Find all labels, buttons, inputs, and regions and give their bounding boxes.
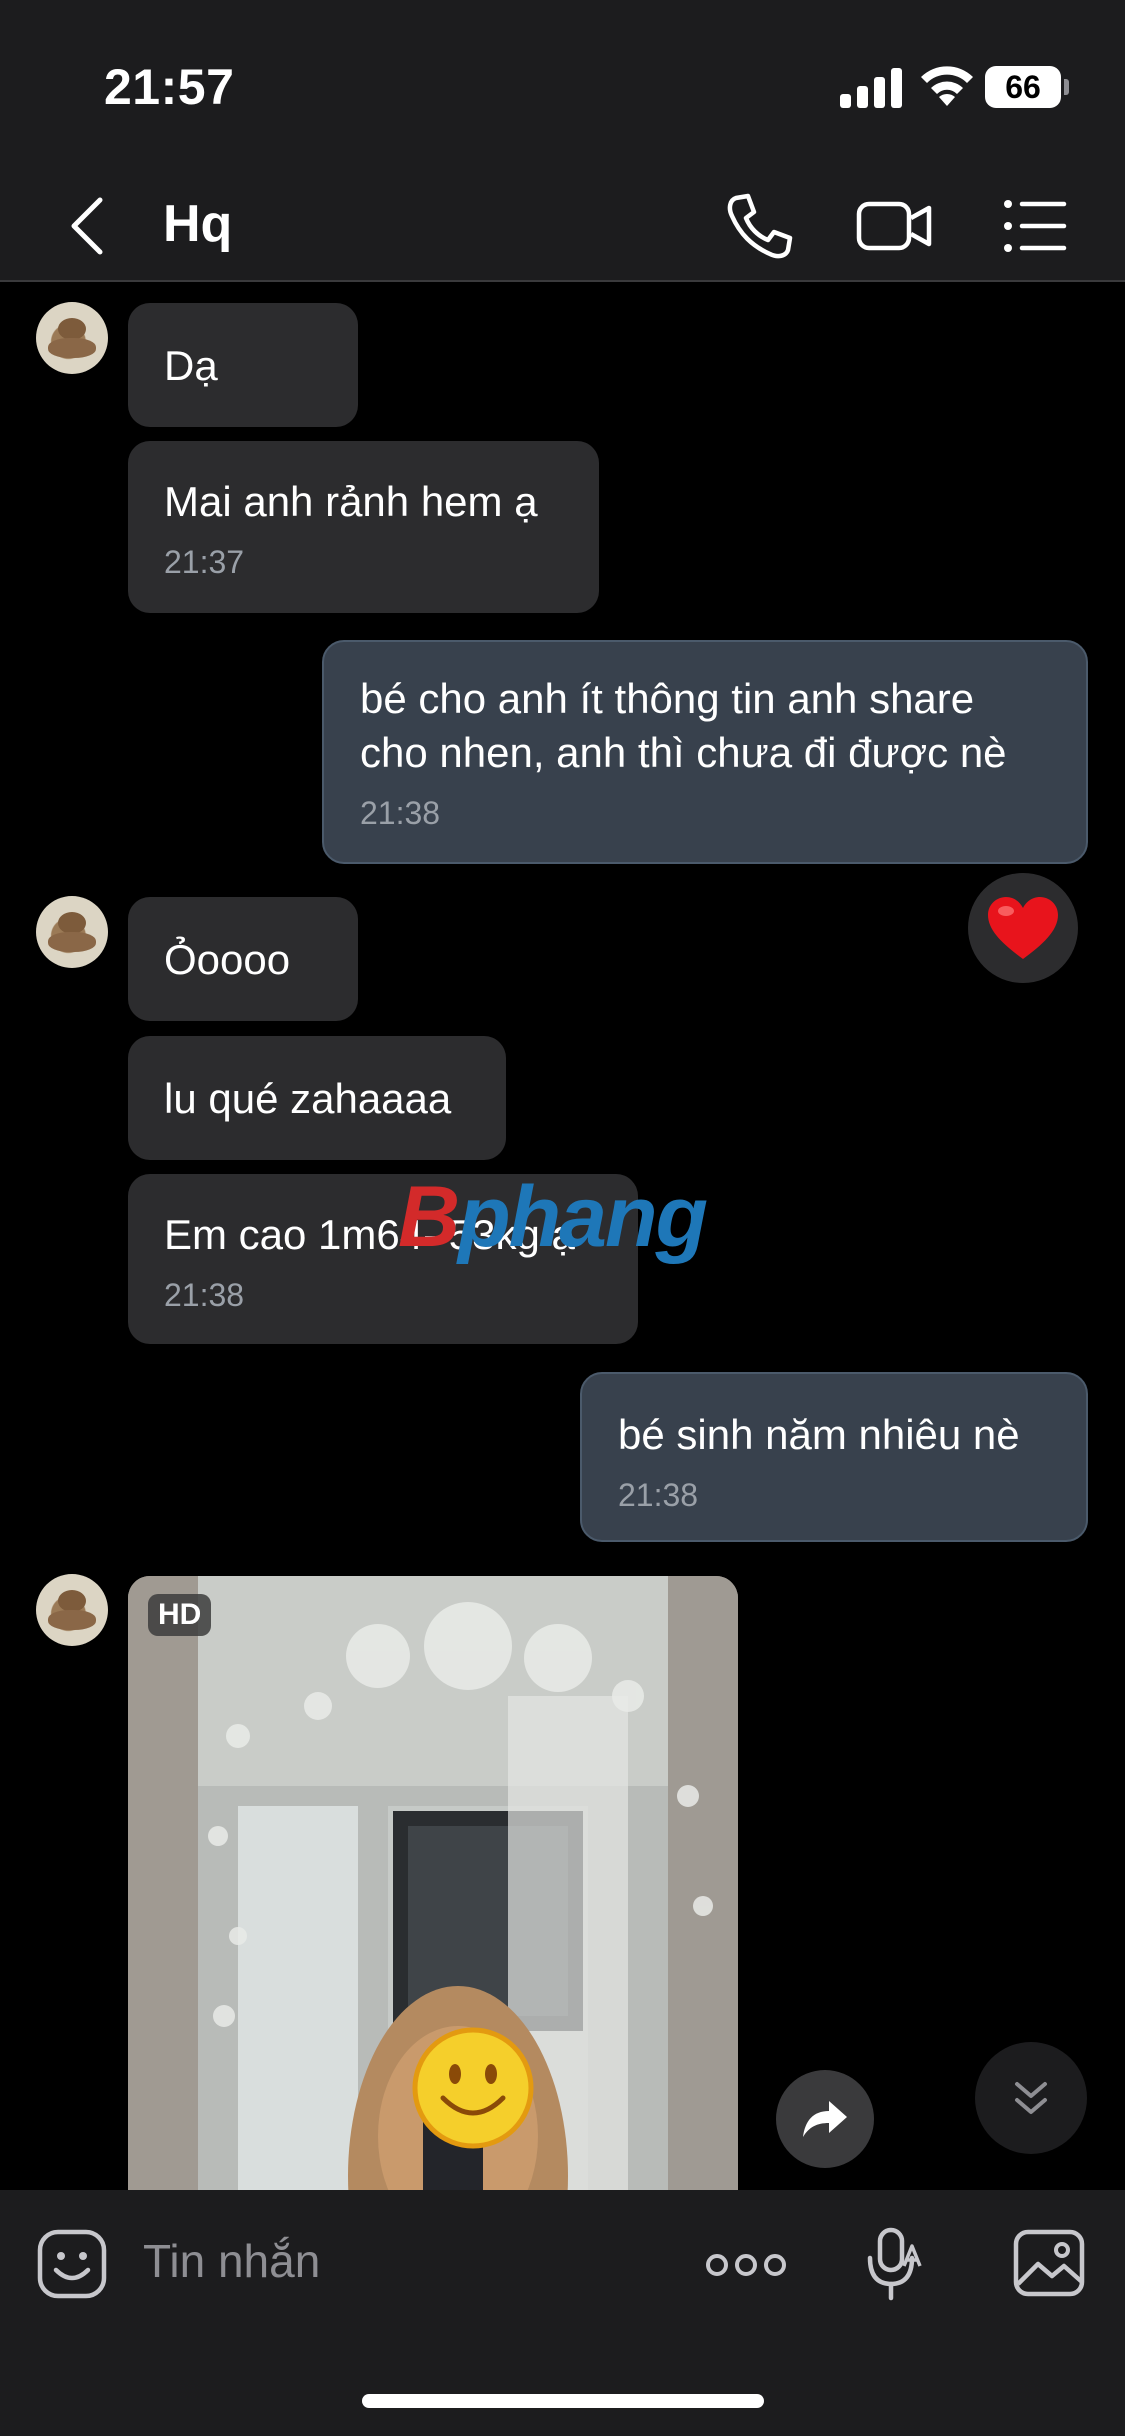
wifi-icon <box>921 66 973 106</box>
hd-badge: HD <box>148 1594 212 1636</box>
double-chevron-down-icon <box>1015 2082 1047 2114</box>
message-bubble-incoming[interactable]: Dạ <box>128 303 358 427</box>
voice-microphone-icon[interactable] <box>866 2226 922 2302</box>
sticker-emoji-icon[interactable] <box>36 2228 108 2300</box>
list-menu-icon[interactable] <box>998 188 1078 264</box>
watermark-prefix: B <box>398 1169 460 1265</box>
contact-avatar[interactable] <box>36 302 108 374</box>
status-bar: 21:57 66 <box>0 0 1125 170</box>
share-arrow-icon <box>803 2101 847 2137</box>
forward-button[interactable] <box>776 2070 874 2168</box>
message-time: 21:37 <box>164 544 245 580</box>
image-gallery-icon[interactable] <box>1012 2228 1086 2298</box>
contact-avatar[interactable] <box>36 896 108 968</box>
home-indicator[interactable] <box>362 2394 764 2408</box>
message-text: Dạ <box>164 342 218 389</box>
message-bubble-incoming[interactable]: Mai anh rảnh hem ạ 21:37 <box>128 441 599 613</box>
cellular-signal-icon <box>840 68 902 108</box>
more-options-icon[interactable] <box>705 2248 787 2282</box>
video-camera-icon[interactable] <box>855 188 935 264</box>
chat-title[interactable]: Hq <box>163 194 232 254</box>
watermark-logo: Bphang <box>398 1168 708 1267</box>
phone-icon[interactable] <box>718 188 798 264</box>
message-bubble-incoming[interactable]: Ỏoooo <box>128 897 358 1021</box>
scroll-to-bottom-button[interactable] <box>975 2042 1087 2154</box>
message-text: lu qué zahaaaa <box>164 1075 452 1122</box>
message-bubble-incoming[interactable]: lu qué zahaaaa <box>128 1036 506 1160</box>
status-time: 21:57 <box>104 59 235 115</box>
message-time: 21:38 <box>360 795 441 831</box>
watermark-text: phang <box>458 1169 708 1265</box>
message-text: Mai anh rảnh hem ạ <box>164 478 538 525</box>
chat-header: Hq <box>0 170 1125 282</box>
message-time: 21:38 <box>164 1277 245 1313</box>
message-text: bé sinh năm nhiêu nè <box>618 1411 1020 1458</box>
back-chevron-icon[interactable] <box>60 192 120 260</box>
heart-reaction-icon[interactable] <box>968 873 1078 983</box>
message-text: bé cho anh ít thông tin anh share cho nh… <box>360 675 1007 776</box>
message-bubble-outgoing[interactable]: bé sinh năm nhiêu nè 21:38 <box>580 1372 1088 1542</box>
photo-content <box>128 1576 738 2196</box>
message-bubble-outgoing[interactable]: bé cho anh ít thông tin anh share cho nh… <box>322 640 1088 864</box>
message-text: Ỏoooo <box>164 936 291 983</box>
message-input[interactable]: Tin nhắn <box>143 2234 320 2288</box>
image-message[interactable]: HD <box>128 1576 738 2196</box>
message-time: 21:38 <box>618 1477 699 1513</box>
battery-icon: 66 <box>985 66 1069 108</box>
contact-avatar[interactable] <box>36 1574 108 1646</box>
